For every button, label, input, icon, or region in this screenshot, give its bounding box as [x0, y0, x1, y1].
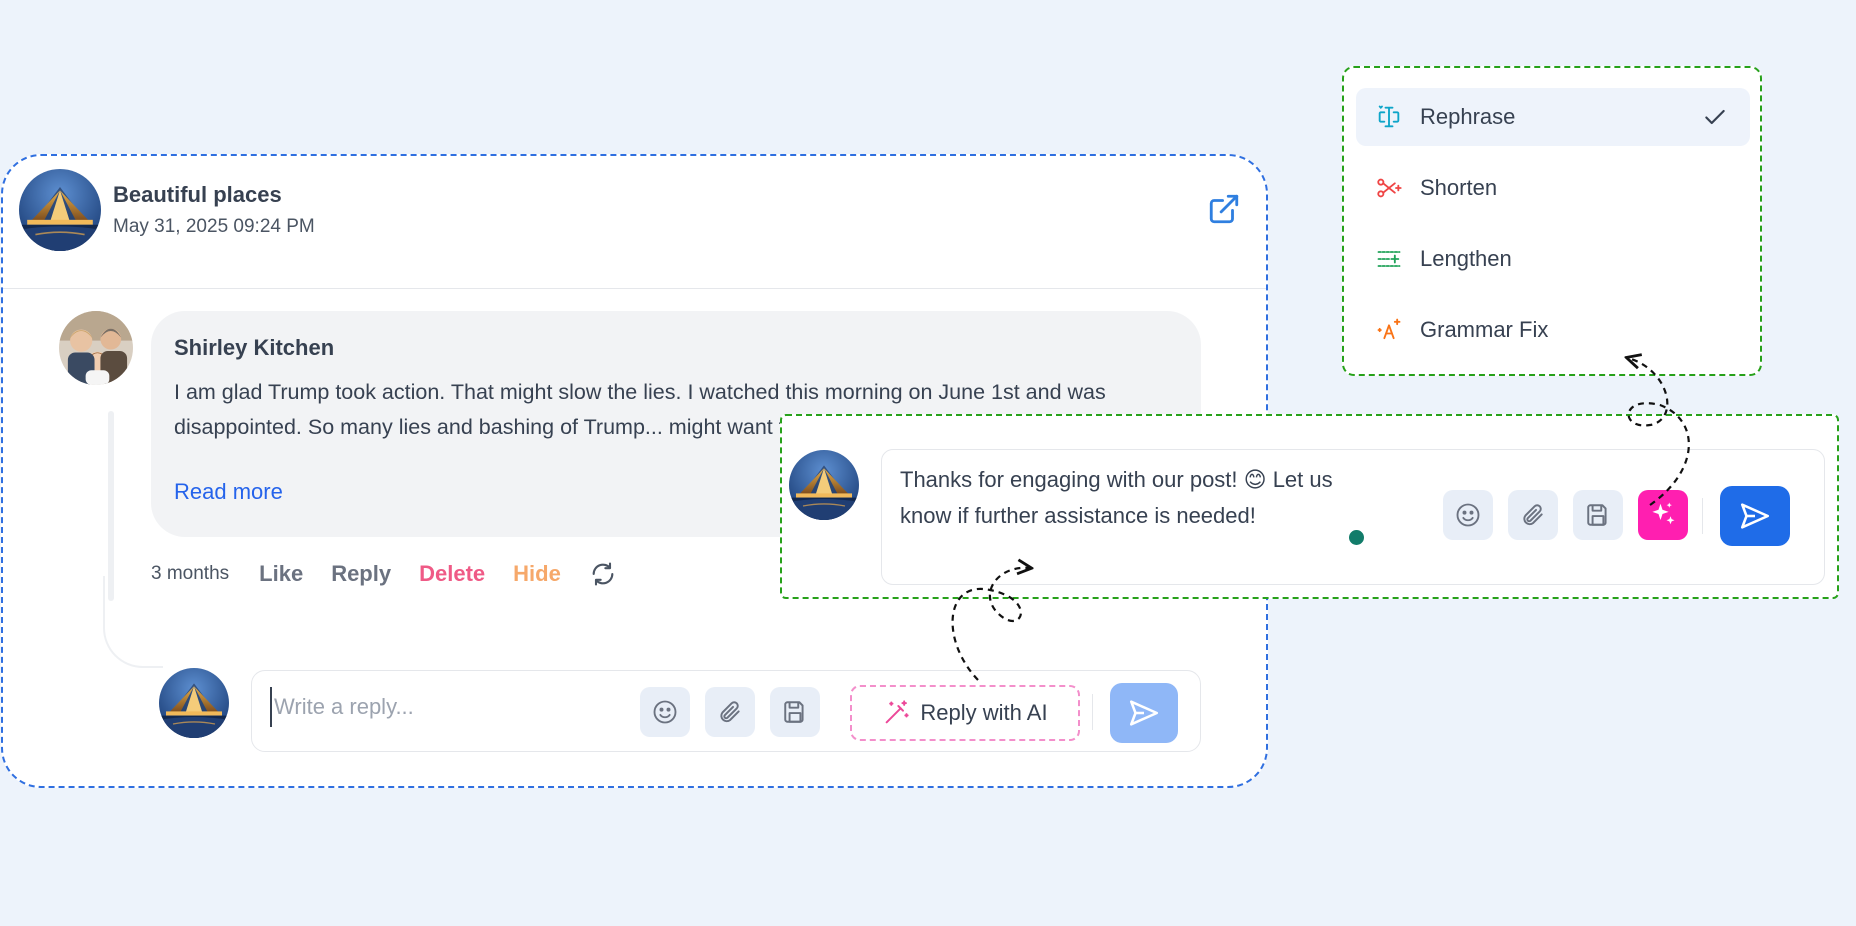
compose-text[interactable]: Thanks for engaging with our post! 😊 Let… — [900, 462, 1380, 534]
read-more-link[interactable]: Read more — [174, 479, 283, 505]
sparkles-icon — [1648, 500, 1678, 530]
reply-with-ai-button[interactable]: Reply with AI — [850, 685, 1080, 741]
reply-button[interactable]: Reply — [331, 561, 391, 587]
save-button[interactable] — [770, 687, 820, 737]
refresh-icon[interactable] — [589, 560, 617, 588]
hide-button[interactable]: Hide — [513, 561, 561, 587]
rephrase-icon — [1374, 102, 1404, 132]
ai-rewrite-button[interactable] — [1638, 490, 1688, 540]
send-icon — [1738, 499, 1772, 533]
attach-button[interactable] — [705, 687, 755, 737]
post-title: Beautiful places — [113, 182, 282, 207]
reply-input[interactable] — [270, 687, 630, 727]
menu-item-label: Grammar Fix — [1420, 317, 1549, 342]
header-divider — [3, 288, 1266, 289]
reply-avatar — [159, 668, 229, 738]
paperclip-icon — [717, 699, 743, 725]
open-external-icon[interactable] — [1207, 192, 1241, 226]
menu-item-grammar-fix[interactable]: Grammar Fix — [1356, 301, 1750, 359]
comment-time: 3 months — [151, 563, 230, 584]
paperclip-icon — [1520, 502, 1546, 528]
ai-compose-panel: Thanks for engaging with our post! 😊 Let… — [780, 414, 1839, 599]
ai-rewrite-menu: Rephrase Shorten Lengthen Grammar Fix — [1342, 66, 1762, 376]
commenter-avatar[interactable] — [59, 311, 133, 385]
save-icon — [1585, 502, 1611, 528]
menu-item-label: Shorten — [1420, 175, 1498, 200]
emoji-button[interactable] — [640, 687, 690, 737]
menu-item-shorten[interactable]: Shorten — [1356, 159, 1750, 217]
like-button[interactable]: Like — [259, 561, 303, 587]
magic-wand-icon — [882, 699, 910, 727]
post-avatar — [19, 169, 101, 251]
send-icon — [1127, 696, 1161, 730]
menu-item-rephrase[interactable]: Rephrase — [1356, 88, 1750, 146]
menu-item-label: Rephrase — [1420, 104, 1516, 129]
thread-line — [108, 411, 114, 601]
send-button[interactable] — [1720, 486, 1790, 546]
compose-box: Thanks for engaging with our post! 😊 Let… — [881, 449, 1825, 585]
emoji-icon — [651, 698, 679, 726]
compose-attach-button[interactable] — [1508, 490, 1558, 540]
reply-with-ai-label: Reply with AI — [920, 700, 1048, 725]
typing-indicator-dot — [1349, 530, 1364, 545]
compose-save-button[interactable] — [1573, 490, 1623, 540]
send-button-disabled[interactable] — [1110, 683, 1178, 743]
reply-composer: Reply with AI — [251, 670, 1201, 752]
composer-separator — [1092, 694, 1093, 730]
compose-separator — [1702, 498, 1703, 534]
menu-item-label: Lengthen — [1420, 246, 1512, 271]
save-icon — [782, 699, 808, 725]
comment-author[interactable]: Shirley Kitchen — [174, 335, 334, 361]
delete-button[interactable]: Delete — [419, 561, 485, 587]
post-date: May 31, 2025 09:24 PM — [113, 216, 315, 237]
comment-actions: 3 months Like Reply Delete Hide — [151, 558, 617, 590]
check-icon — [1702, 104, 1728, 130]
emoji-icon — [1454, 501, 1482, 529]
shorten-icon — [1374, 173, 1404, 203]
lengthen-icon — [1374, 244, 1404, 274]
grammar-fix-icon — [1374, 315, 1404, 345]
compose-avatar — [789, 450, 859, 520]
compose-emoji-button[interactable] — [1443, 490, 1493, 540]
menu-item-lengthen[interactable]: Lengthen — [1356, 230, 1750, 288]
